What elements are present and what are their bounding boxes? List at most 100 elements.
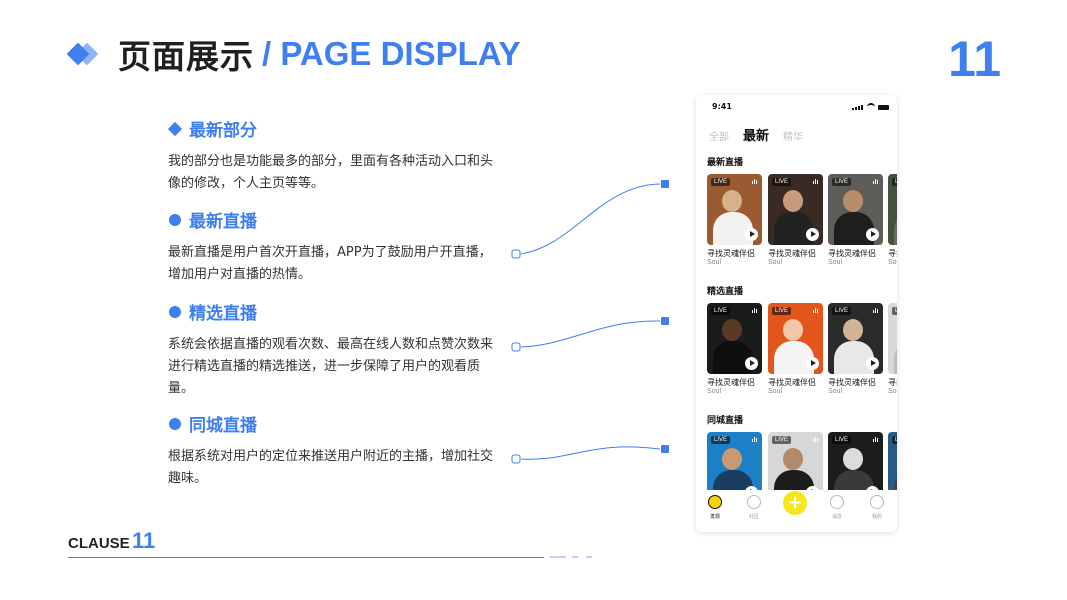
connector-line: [520, 183, 661, 255]
tab-latest[interactable]: 最新: [743, 125, 769, 144]
connector-lines: [511, 180, 669, 464]
audio-bars-icon: [873, 178, 879, 184]
card-title: 寻找灵魂伴侣: [888, 378, 897, 387]
play-icon[interactable]: [745, 228, 758, 241]
connector-line: [520, 446, 661, 460]
live-badge: LIVE: [772, 307, 792, 315]
person-head: [722, 190, 742, 212]
live-badge: LIVE: [892, 307, 897, 315]
card-title: 寻找灵魂伴侣: [707, 249, 755, 258]
card-subtitle: Soul: [888, 388, 897, 395]
live-thumbnail: LIVE: [888, 174, 897, 245]
play-icon[interactable]: [745, 357, 758, 370]
person-head: [843, 190, 863, 212]
plus-button[interactable]: +: [783, 491, 807, 515]
live-card[interactable]: LIVE 寻找灵魂伴侣Soul: [888, 303, 897, 395]
audio-bars-icon: [873, 307, 879, 313]
live-thumbnail: LIVE: [888, 303, 897, 374]
live-thumbnail: LIVE: [828, 174, 883, 245]
live-badge: LIVE: [832, 178, 852, 186]
nav-label: 社区: [748, 514, 759, 520]
live-badge: LIVE: [711, 436, 731, 444]
play-icon[interactable]: [806, 357, 819, 370]
audio-bars-icon: [813, 178, 819, 184]
live-badge: LIVE: [832, 307, 852, 315]
person-head: [722, 319, 742, 341]
person-body: [894, 341, 897, 374]
live-card[interactable]: LIVE 寻找灵魂伴侣Soul: [828, 303, 883, 395]
nav-label: 发现: [709, 514, 720, 520]
audio-bars-icon: [752, 436, 758, 442]
tab-essence[interactable]: 精华: [783, 128, 803, 143]
signal-icon: [852, 104, 864, 110]
card-title: 寻找灵魂伴侣: [828, 378, 876, 387]
connector-line: [520, 320, 661, 348]
live-card[interactable]: LIVE 寻找灵魂伴侣Soul: [828, 174, 883, 266]
person-head: [843, 319, 863, 341]
play-icon[interactable]: [866, 357, 879, 370]
tab-all[interactable]: 全部: [709, 128, 729, 143]
live-badge: LIVE: [772, 178, 792, 186]
person-head: [783, 190, 803, 212]
audio-bars-icon: [752, 178, 758, 184]
footer-dash: [572, 556, 578, 558]
person-head: [722, 448, 742, 470]
card-title: 寻找灵魂伴侣: [707, 378, 755, 387]
person-head: [843, 448, 863, 470]
live-card[interactable]: LIVE 寻找灵魂伴侣Soul: [707, 174, 762, 266]
live-thumbnail: LIVE: [768, 303, 823, 374]
card-title: 寻找灵魂伴侣: [768, 378, 816, 387]
row-label: 精选直播: [707, 287, 744, 297]
discover-icon: [708, 495, 722, 509]
message-icon: [830, 495, 844, 509]
nav-profile[interactable]: 我的: [862, 495, 892, 520]
card-subtitle: Soul: [707, 259, 722, 266]
play-icon[interactable]: [806, 228, 819, 241]
phone-mockup: 9:41 全部 最新 精华 最新直播 LIVE 寻找灵魂伴侣 Soul LIVE 寻找灵魂…: [696, 95, 897, 532]
nav-message[interactable]: 消息: [822, 495, 852, 520]
live-thumbnail: LIVE: [828, 303, 883, 374]
person-body: [894, 212, 897, 245]
audio-bars-icon: [752, 307, 758, 313]
connector-end-node: [661, 317, 669, 325]
bottom-nav: 发现 社区 + 消息 我的: [696, 490, 897, 532]
wifi-icon: [867, 103, 875, 111]
footer-label: CLAUSE: [68, 535, 130, 552]
live-badge: LIVE: [711, 307, 731, 315]
card-subtitle: Soul: [768, 388, 783, 395]
status-time: 9:41: [712, 102, 732, 111]
connector-start-node: [511, 249, 521, 259]
community-icon: [747, 495, 761, 509]
connector-end-node: [661, 445, 669, 453]
live-badge: LIVE: [832, 436, 852, 444]
nav-label: 我的: [871, 514, 882, 520]
status-icons: [852, 103, 889, 111]
live-thumbnail: LIVE: [707, 174, 762, 245]
live-card[interactable]: LIVE 寻找灵魂伴侣Soul: [768, 303, 823, 395]
person-head: [783, 319, 803, 341]
battery-icon: [878, 104, 889, 110]
audio-bars-icon: [873, 436, 879, 442]
live-card[interactable]: LIVE 寻找灵魂伴侣Soul: [888, 174, 897, 266]
nav-discover[interactable]: 发现: [700, 495, 730, 520]
live-badge: LIVE: [892, 178, 897, 186]
live-badge: LIVE: [892, 436, 897, 444]
row-label: 最新直播: [707, 158, 744, 168]
live-card[interactable]: LIVE 寻找灵魂伴侣Soul: [707, 303, 762, 395]
card-title: 寻找灵魂伴侣: [828, 249, 876, 258]
live-card[interactable]: LIVE 寻找灵魂伴侣Soul: [768, 174, 823, 266]
play-icon[interactable]: [866, 228, 879, 241]
nav-community[interactable]: 社区: [739, 495, 769, 520]
live-badge: LIVE: [772, 436, 792, 444]
card-subtitle: Soul: [768, 259, 783, 266]
nav-label: 消息: [831, 514, 842, 520]
person-head: [783, 448, 803, 470]
live-thumbnail: LIVE: [707, 303, 762, 374]
footer-number: 11: [132, 528, 156, 553]
phone-tabs: 全部 最新 精华: [709, 125, 817, 144]
footer-dash: [586, 556, 592, 558]
live-thumbnail: LIVE: [768, 174, 823, 245]
card-title: 寻找灵魂伴侣: [888, 249, 897, 258]
audio-bars-icon: [813, 307, 819, 313]
row-label: 同城直播: [707, 416, 744, 426]
